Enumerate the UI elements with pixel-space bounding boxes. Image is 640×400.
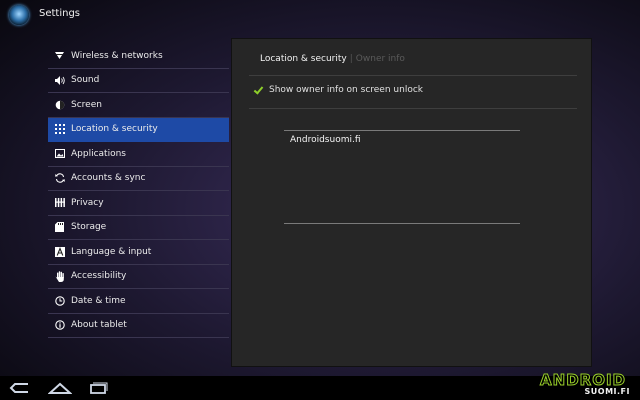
back-button[interactable] <box>8 379 30 397</box>
sidebar-item-storage[interactable]: Storage <box>48 216 229 240</box>
sidebar-item-accessibility[interactable]: Accessibility <box>48 265 229 289</box>
sidebar-item-label: Storage <box>71 222 107 233</box>
androidsuomi-watermark: ANDROID SUOMI.FI <box>522 370 634 398</box>
info-icon <box>54 320 65 331</box>
sidebar-item-sound[interactable]: Sound <box>48 69 229 93</box>
show-owner-info-checkbox[interactable] <box>254 86 263 95</box>
location-security-icon <box>54 124 65 135</box>
clock-icon <box>54 295 65 306</box>
sidebar-item-location-security[interactable]: Location & security <box>48 117 229 142</box>
watermark-sub: SUOMI.FI <box>584 387 630 396</box>
accessibility-icon <box>54 271 65 282</box>
owner-info-text-field[interactable]: Androidsuomi.fi <box>284 130 520 224</box>
breadcrumb-location-security[interactable]: Location & security <box>260 54 347 64</box>
sidebar-item-label: Accounts & sync <box>71 173 146 184</box>
show-owner-info-label: Show owner info on screen unlock <box>269 85 423 95</box>
show-owner-info-row[interactable]: Show owner info on screen unlock <box>254 85 423 95</box>
storage-icon <box>54 222 65 233</box>
app-title: Settings <box>39 8 81 19</box>
breadcrumb-owner-info: Owner info <box>355 54 405 64</box>
title-bar: Settings <box>0 0 640 30</box>
sidebar-item-label: Date & time <box>71 295 126 306</box>
owner-info-panel: Location & security | Owner info Show owne… <box>231 38 592 367</box>
breadcrumb: Location & security | Owner info <box>260 54 405 64</box>
owner-info-text: Androidsuomi.fi <box>290 135 361 145</box>
sidebar-item-screen[interactable]: Screen <box>48 93 229 118</box>
sidebar-item-label: Privacy <box>71 197 104 208</box>
sync-icon <box>54 173 65 184</box>
screen-icon <box>54 99 65 110</box>
breadcrumb-separator: | <box>349 54 353 64</box>
divider <box>249 108 577 109</box>
sidebar-item-label: Screen <box>71 99 102 110</box>
sidebar-item-label: Applications <box>71 148 126 159</box>
sidebar-item-label: Sound <box>71 75 100 86</box>
sidebar-item-label: Language & input <box>71 246 152 257</box>
sidebar-item-label: Location & security <box>71 124 158 135</box>
recent-apps-icon <box>90 382 108 394</box>
divider <box>249 75 577 76</box>
sidebar-item-label: Accessibility <box>71 271 127 282</box>
applications-icon <box>54 148 65 159</box>
language-icon <box>54 246 65 257</box>
settings-sidebar: Wireless & networks Sound Screen Locatio… <box>48 44 229 338</box>
sidebar-item-language-input[interactable]: Language & input <box>48 240 229 265</box>
back-icon <box>9 383 28 393</box>
sidebar-item-label: About tablet <box>71 320 127 331</box>
home-button[interactable] <box>48 379 72 397</box>
sidebar-item-privacy[interactable]: Privacy <box>48 191 229 216</box>
sidebar-item-label: Wireless & networks <box>71 50 163 61</box>
settings-orb-icon[interactable] <box>9 5 29 25</box>
sound-icon <box>54 75 65 86</box>
wireless-icon <box>54 50 65 61</box>
privacy-icon <box>54 197 65 208</box>
recent-apps-button[interactable] <box>88 379 108 397</box>
sidebar-item-about-tablet[interactable]: About tablet <box>48 314 229 338</box>
sidebar-item-wireless[interactable]: Wireless & networks <box>48 44 229 69</box>
sidebar-item-date-time[interactable]: Date & time <box>48 289 229 314</box>
sidebar-item-applications[interactable]: Applications <box>48 142 229 167</box>
sidebar-item-accounts-sync[interactable]: Accounts & sync <box>48 167 229 191</box>
home-icon <box>48 382 72 394</box>
